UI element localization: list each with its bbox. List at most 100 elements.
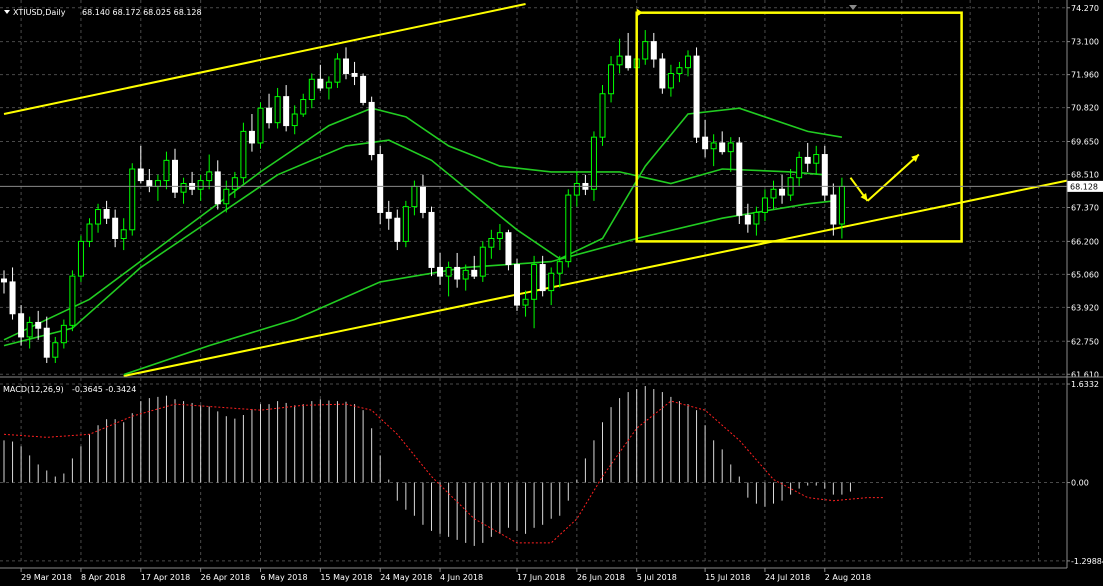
candle-body: [488, 237, 495, 248]
candle-body: [274, 96, 281, 124]
candle-body: [659, 58, 666, 89]
candle-body: [368, 101, 375, 156]
ohlc-values: 68.140 68.172 68.025 68.128: [82, 8, 202, 17]
candle-body: [394, 217, 401, 242]
time-tick-label: 26 Apr 2018: [201, 573, 250, 582]
candle-body: [770, 188, 777, 199]
candle-body: [154, 180, 161, 187]
candle-body: [95, 209, 102, 225]
candle-body: [300, 99, 307, 115]
candle-body: [77, 240, 84, 277]
candle-body: [702, 136, 709, 150]
candle-body: [377, 154, 384, 213]
candle-body: [462, 269, 469, 280]
time-tick-label: 4 Jun 2018: [440, 573, 483, 582]
candle-body: [779, 188, 786, 196]
candle-body: [197, 180, 204, 190]
candle-body: [821, 154, 828, 196]
candle-body: [325, 81, 332, 89]
time-tick-label: 24 Jul 2018: [765, 573, 810, 582]
candle-body: [548, 272, 555, 292]
candle-body: [454, 266, 461, 280]
candle-body: [257, 107, 264, 144]
chart-window[interactable]: 74.270 73.100 71.960 70.820 69.650 68.510 67.3…: [0, 0, 1103, 586]
candle-body: [163, 159, 170, 182]
candle-body: [813, 154, 820, 164]
macd-values: -0.3645 -0.3424: [72, 385, 136, 394]
time-tick-label: 8 Apr 2018: [81, 573, 125, 582]
price-tick-label: 65.060: [1071, 270, 1099, 279]
candle-body: [479, 246, 486, 277]
candle-body: [736, 142, 743, 216]
candle-body: [35, 321, 42, 329]
candle-body: [616, 55, 623, 66]
candle-body: [334, 58, 341, 83]
candle-body: [172, 159, 178, 193]
candle-body: [539, 264, 546, 292]
candle-body: [710, 142, 717, 150]
candle-body: [650, 41, 657, 60]
price-tick-label: 71.960: [1071, 71, 1099, 80]
candle-body: [719, 142, 726, 153]
candle-body: [753, 211, 760, 225]
macd-tick-label: 1.6332: [1071, 380, 1099, 389]
price-header: XTIUSD,Daily 68.140 68.172 68.025 68.128: [4, 8, 202, 17]
candle-body: [223, 188, 230, 205]
candle-body: [411, 185, 418, 208]
candle-body: [317, 78, 324, 89]
time-tick-label: 2 Aug 2018: [825, 573, 871, 582]
candle-body: [744, 214, 751, 225]
candle-body: [291, 113, 298, 127]
candle-body: [522, 298, 529, 306]
candle-body: [112, 217, 119, 239]
candle-body: [496, 232, 503, 239]
time-tick-label: 17 Jun 2018: [517, 573, 565, 582]
candle-body: [231, 177, 238, 190]
time-tick-label: 5 Jul 2018: [637, 573, 677, 582]
candle-body: [146, 180, 153, 187]
candle-body: [804, 156, 811, 164]
price-tick-label: 74.270: [1071, 4, 1099, 13]
time-tick-label: 24 May 2018: [380, 573, 432, 582]
candle-body: [360, 75, 367, 103]
candle-body: [206, 171, 213, 182]
candle-body: [727, 142, 734, 153]
candle-body: [137, 168, 144, 182]
candle-body: [402, 206, 409, 242]
candle-body: [565, 194, 572, 263]
candle-body: [43, 327, 50, 358]
symbol-label: XTIUSD,Daily: [13, 8, 66, 17]
candle-body: [471, 269, 478, 277]
time-tick-label: 15 Jul 2018: [705, 573, 750, 582]
price-tick-label: 68.510: [1071, 171, 1099, 180]
candle-body: [445, 266, 452, 277]
candle-body: [419, 185, 426, 213]
candle-body: [60, 324, 67, 344]
candle-body: [514, 264, 520, 306]
candle-body: [625, 55, 632, 69]
candle-body: [505, 232, 512, 266]
time-tick-label: 29 Mar 2018: [21, 573, 72, 582]
candle-body: [590, 136, 597, 190]
candle-body: [642, 41, 649, 60]
candle-body: [103, 209, 110, 219]
candle-body: [52, 342, 59, 358]
time-tick-label: 6 May 2018: [261, 573, 308, 582]
candle-body: [573, 182, 580, 196]
price-tick-label: 61.610: [1071, 370, 1099, 379]
candle-body: [120, 229, 127, 239]
candle-body: [830, 194, 837, 225]
price-tick-label: 63.920: [1071, 303, 1099, 312]
candle-body: [248, 130, 255, 144]
price-tick-label: 69.650: [1071, 138, 1099, 147]
candle-body: [351, 72, 358, 77]
candle-body: [86, 223, 93, 242]
candle-body: [693, 55, 700, 138]
macd-label: MACD(12,26,9): [3, 385, 64, 394]
time-tick-label: 15 May 2018: [320, 573, 372, 582]
candle-body: [9, 281, 16, 315]
candle-body: [1, 278, 7, 283]
price-tick-label: 66.200: [1071, 237, 1099, 246]
candle-body: [69, 275, 76, 326]
current-price-label: 68.128: [1070, 182, 1098, 191]
